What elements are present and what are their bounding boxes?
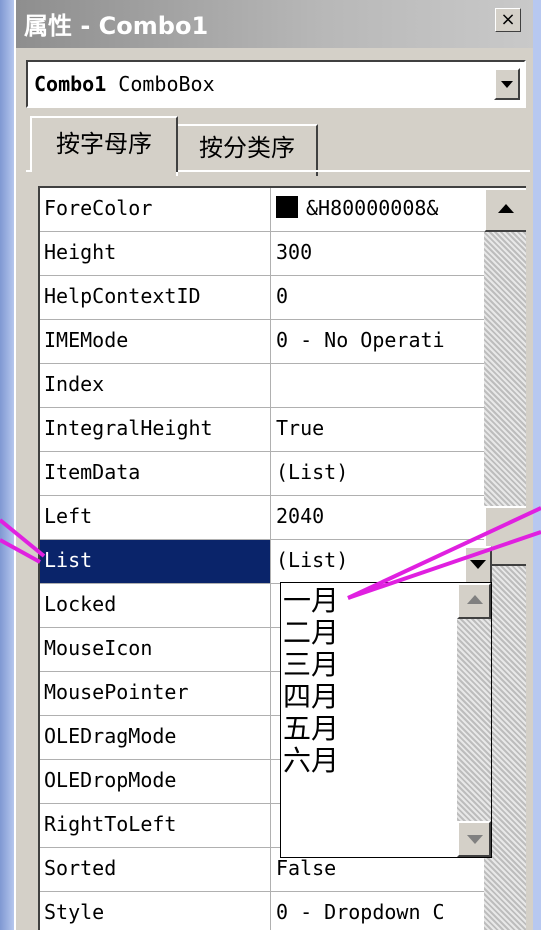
annotation-overlay	[0, 506, 541, 600]
annotation-line-right-upper	[347, 506, 541, 600]
annotation-line-left-lower	[0, 538, 41, 564]
annotation-line-right-lower	[347, 530, 541, 600]
